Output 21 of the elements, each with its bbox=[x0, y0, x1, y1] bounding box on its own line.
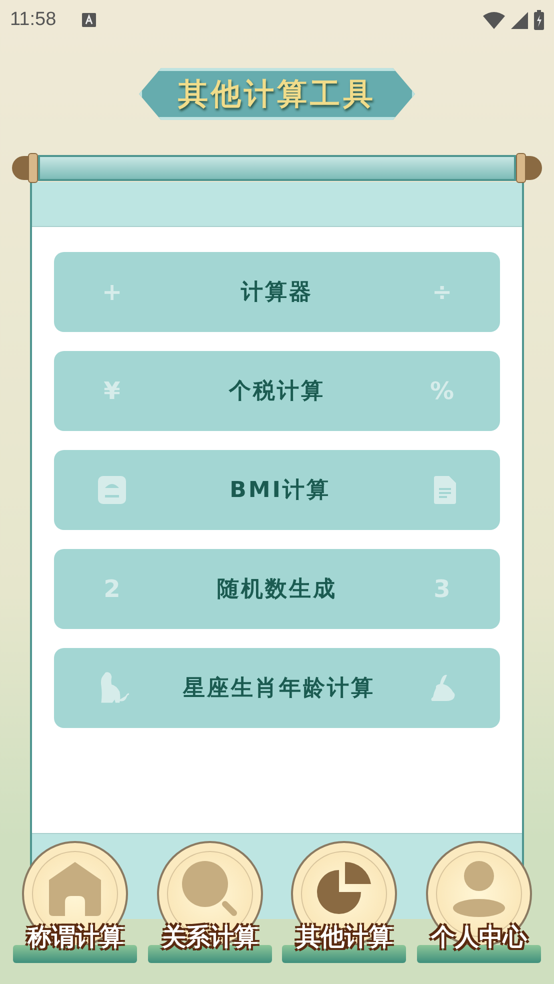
menu-item[interactable]: ¥ 个税计算 % bbox=[54, 351, 500, 431]
symbol-icon: ÷ bbox=[428, 278, 456, 306]
document-icon bbox=[434, 476, 456, 504]
keyboard-icon bbox=[82, 13, 96, 27]
signal-icon bbox=[511, 12, 528, 28]
symbol-icon: % bbox=[428, 377, 456, 405]
status-time: 11:58 bbox=[10, 9, 56, 31]
menu-item[interactable]: + 计算器 ÷ bbox=[54, 252, 500, 332]
person-icon bbox=[452, 861, 505, 917]
menu-item[interactable]: BMI计算 bbox=[54, 450, 500, 530]
scale-icon bbox=[98, 476, 126, 504]
cat-icon bbox=[98, 672, 130, 704]
pie-chart-icon bbox=[317, 862, 372, 916]
page-title: 其他计算工具 bbox=[178, 76, 376, 114]
battery-icon bbox=[534, 10, 544, 30]
menu-item[interactable]: 星座生肖年龄计算 bbox=[54, 648, 500, 728]
symbol-icon: ¥ bbox=[98, 377, 126, 405]
wifi-icon bbox=[483, 12, 505, 28]
search-icon bbox=[182, 861, 238, 917]
symbol-icon: + bbox=[98, 278, 126, 306]
house-icon bbox=[49, 862, 102, 916]
